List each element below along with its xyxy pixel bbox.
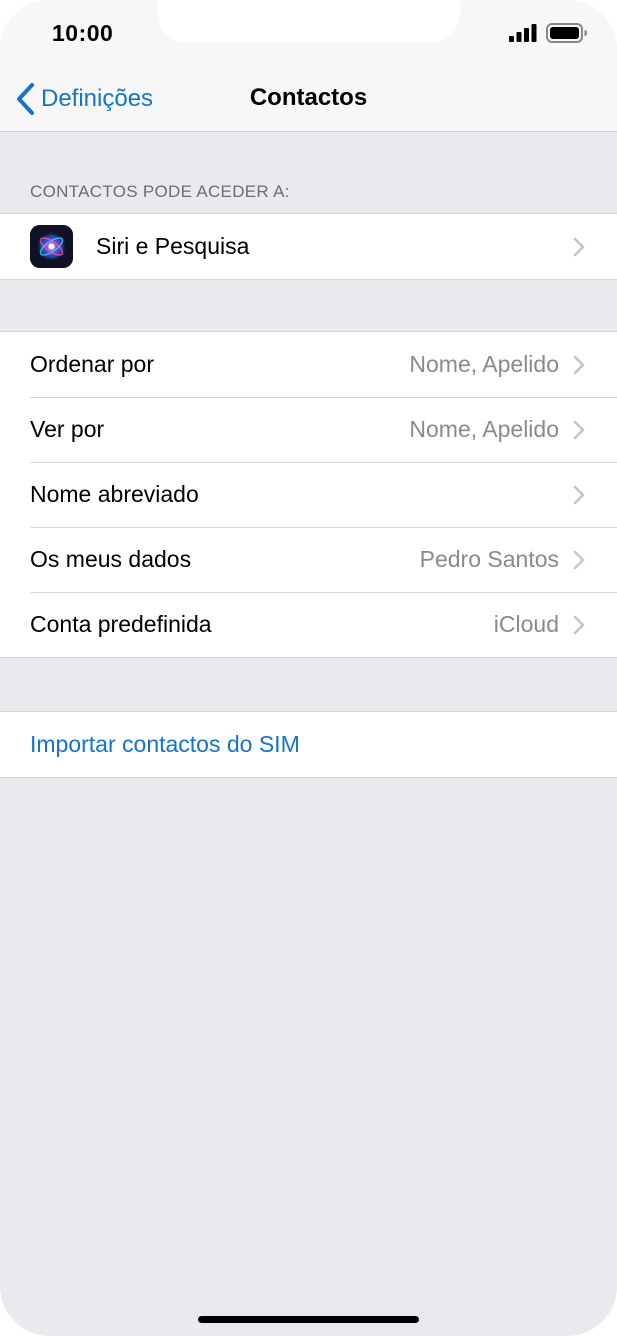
my-info-row[interactable]: Os meus dados Pedro Santos	[0, 527, 617, 592]
navigation-bar: Definições Contactos	[0, 68, 617, 132]
page-title: Contactos	[249, 84, 368, 111]
default-account-row[interactable]: Conta predefinida iCloud	[0, 592, 617, 657]
default-account-label: Conta predefinida	[30, 611, 212, 637]
sort-order-row[interactable]: Ordenar por Nome, Apelido	[0, 332, 617, 397]
short-name-label: Nome abreviado	[30, 481, 199, 507]
chevron-right-icon	[573, 355, 585, 375]
import-sim-contacts-button[interactable]: Importar contactos do SIM	[0, 712, 617, 777]
chevron-right-icon	[573, 615, 585, 635]
my-info-value: Pedro Santos	[419, 546, 559, 572]
cellular-signal-icon	[509, 24, 537, 42]
import-group: Importar contactos do SIM	[0, 711, 617, 778]
settings-group: Ordenar por Nome, Apelido Ver por Nome, …	[0, 331, 617, 658]
access-group: Siri e Pesquisa	[0, 213, 617, 280]
siri-icon	[30, 225, 73, 268]
home-indicator[interactable]	[198, 1316, 419, 1323]
default-account-value: iCloud	[493, 611, 559, 637]
status-bar: 10:00	[0, 0, 617, 68]
notch	[158, 0, 460, 43]
display-order-value: Nome, Apelido	[409, 416, 559, 442]
chevron-right-icon	[573, 420, 585, 440]
status-time: 10:00	[52, 20, 114, 46]
chevron-right-icon	[573, 237, 585, 257]
battery-full-icon	[546, 23, 587, 43]
chevron-right-icon	[573, 485, 585, 505]
siri-search-row[interactable]: Siri e Pesquisa	[0, 214, 617, 279]
phone-screen: 10:00 Definições Contactos CONTACTOS POD…	[0, 0, 617, 1336]
siri-search-label: Siri e Pesquisa	[96, 233, 250, 259]
sort-order-value: Nome, Apelido	[409, 351, 559, 377]
chevron-right-icon	[573, 550, 585, 570]
section-header-access: CONTACTOS PODE ACEDER A:	[30, 182, 290, 201]
short-name-row[interactable]: Nome abreviado	[0, 462, 617, 527]
display-order-row[interactable]: Ver por Nome, Apelido	[0, 397, 617, 462]
my-info-label: Os meus dados	[30, 546, 192, 572]
import-sim-contacts-label: Importar contactos do SIM	[30, 731, 300, 757]
display-order-label: Ver por	[30, 416, 105, 442]
sort-order-label: Ordenar por	[30, 351, 155, 377]
